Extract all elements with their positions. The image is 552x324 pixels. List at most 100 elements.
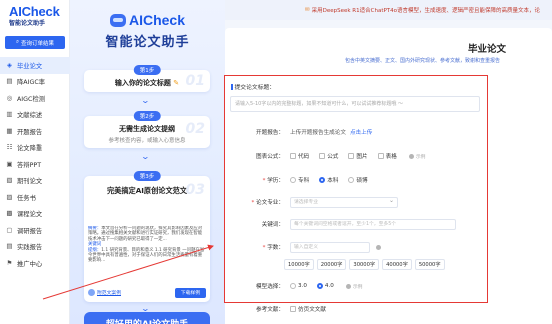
promo-brand: AICheck [70,12,225,28]
highlight-box: 提交论文标题： 请输入5-10字以内的完整标题，如果不知道可什么，可以试试推荐标… [224,75,488,303]
sidebar: AICheck 智能论文助手 ⌕ 查询订单结果 ◈ 毕业论文 ▤ 降AIGC率 ◎ AIG… [0,0,70,324]
keywords-label: 关键词： [261,222,284,228]
radio-button[interactable] [319,177,326,183]
sidebar-item[interactable]: ▣ 答辩PPT [0,156,70,173]
word-count-chip[interactable]: 50000字 [414,258,445,270]
step-2-badge: 第2步 [133,111,161,121]
announcement-bar: ✉ 采用DeepSeek R1适合ChatPT4o语言模型，生成速度、逻辑严密且能… [225,0,552,20]
proposal-icon: ▦ [6,126,13,135]
promo-icon: ⚑ [6,258,13,267]
keywords-row: 关键词： 每个关键词间空格或者逗开，至少1个，至多5个 [225,218,489,230]
logo[interactable]: AICheck 智能论文助手 [0,0,69,28]
detect-icon: ◎ [6,93,13,102]
sample-link[interactable]: 附范文案例 [88,289,121,296]
word-count-chip[interactable]: 10000字 [284,258,314,270]
topic-label: 提交论文标题： [231,82,276,91]
sidebar-item-label: 开题报告 [17,128,43,136]
step-1-badge: 第1步 [133,65,161,75]
literature-icon: ▥ [6,110,13,119]
major-row: * 论文专业： 请选择专业 [225,196,489,208]
proposal-text: 上传开题报告生成论文 [290,130,346,136]
word-count-chip[interactable]: 30000字 [349,258,380,270]
model-row: 模型选择： 3.0 4.0 示例 [225,280,489,292]
chart-option[interactable]: 公式 [319,152,338,160]
degree-option[interactable]: 硕博 [348,176,368,184]
chart-hint: 示例 [415,154,426,160]
proposal-row: 开题报告： 上传开题报告生成论文 点击上传 [225,126,489,138]
checkbox[interactable] [319,153,326,159]
topic-input[interactable]: 请输入5-10字以内的完整标题，如果不知道可什么，可以试试推荐标题哦 ～ [230,96,480,112]
journal-icon: ▧ [6,176,13,185]
form-title: 毕业论文 [467,44,506,55]
checkbox[interactable] [290,153,296,159]
form-subtitle: 包含中英文摘要、正文、国内外研究现状、参考文献，致谢和查重报告 [345,58,501,64]
radio-button[interactable] [316,283,323,289]
radio-button[interactable] [348,177,355,183]
sidebar-item[interactable]: ▥ 文献综述 [0,107,70,124]
checkbox[interactable] [348,153,355,159]
upload-link[interactable]: 点击上传 [350,128,372,136]
announcement-text: 采用DeepSeek R1适合ChatPT4o语言模型，生成速度、逻辑严密且能保… [311,8,541,14]
sidebar-item-label: 调研报告 [17,227,43,235]
thesis-form: 毕业论文 包含中英文摘要、正文、国内外研究现状、参考文献，致谢和查重报告 提交论… [224,28,552,324]
major-select[interactable]: 请选择专业 [290,196,398,208]
checkbox[interactable] [290,306,296,312]
word-count-chip[interactable]: 20000字 [316,258,347,270]
step-2-number: 02 [185,121,205,137]
help-icon[interactable] [345,283,351,289]
query-order-button[interactable]: ⌕ 查询订单结果 [5,36,65,49]
chevron-down-icon: ⌄ [140,152,151,161]
sidebar-item[interactable]: ▢ 调研报告 [0,222,70,239]
chart-option[interactable]: 代码 [290,152,309,160]
checkbox[interactable] [377,153,384,159]
sidebar-item[interactable]: ▤ 降AIGC率 [0,74,70,91]
sidebar-item[interactable]: ⚑ 推广中心 [0,255,70,272]
download-sample-button[interactable]: 下载样例 [174,287,206,298]
reduce-aigc-icon: ▤ [6,77,13,86]
reference-option[interactable]: 仿页文文献 [290,305,326,313]
sidebar-item[interactable]: ▤ 实践报告 [0,239,70,256]
chevron-down-icon: ⌄ [140,96,151,105]
words-row: * 字数： 输入自定义 [225,241,489,253]
degree-option[interactable]: 本科 [319,176,338,184]
avatar [88,289,95,296]
radio-button[interactable] [290,283,296,289]
sidebar-item-label: 推广中心 [17,260,43,268]
sidebar-item[interactable]: ▩ 课程论文 [0,206,70,223]
reference-row: 参考文献： 仿页文文献 [225,303,489,315]
sidebar-item-label: 实践报告 [17,244,43,252]
chart-row: 图表公式： 代码 公式 图片 表格 示例 [225,150,489,162]
step-3-card: 第3步 03 完美搞定AI原创论文范文 摘要：本文旨在分析一问题的现状，探究其影… [84,171,210,302]
chart-option[interactable]: 图片 [348,152,368,160]
keywords-input[interactable]: 每个关键词间空格或者逗开，至少1个，至多5个 [290,218,456,230]
sidebar-item-label: 论文降重 [17,145,43,153]
sidebar-item-label: 答辩PPT [17,161,42,169]
sidebar-item[interactable]: ▧ 期刊论文 [0,173,70,190]
query-order-label: 查询订单结果 [21,40,55,47]
sidebar-item[interactable]: ☷ 论文降重 [0,140,70,157]
help-icon[interactable] [408,153,414,159]
model-option[interactable]: 3.0 [290,283,307,289]
step-1-card: 第1步 01 输入你的论文标题 ✎ [84,65,210,92]
words-label: * 字数： [262,245,284,251]
chart-option[interactable]: 表格 [377,152,397,160]
step-1-number: 01 [185,73,205,89]
sidebar-item[interactable]: ◎ AIGC检测 [0,90,70,107]
radio-button[interactable] [290,177,296,183]
chart-label: 图表公式： [256,154,284,160]
model-option[interactable]: 4.0 [316,283,334,289]
sidebar-item[interactable]: ◈ 毕业论文 [0,57,70,74]
dedup-icon: ☷ [6,143,13,152]
sidebar-item-label: 文献综述 [17,112,43,120]
help-icon[interactable] [376,244,381,250]
graduation-icon: ◈ [7,60,12,69]
sidebar-item-label: 降AIGC率 [17,79,46,87]
pencil-icon: ✎ [173,79,180,87]
word-count-chip[interactable]: 40000字 [382,258,412,270]
sidebar-item[interactable]: ▨ 任务书 [0,189,70,206]
promo-panel: AICheck 智能论文助手 第1步 01 输入你的论文标题 ✎ ⌄ 第2步 0… [70,0,225,324]
course-icon: ▩ [6,209,13,218]
degree-option[interactable]: 专科 [290,176,309,184]
sidebar-item[interactable]: ▦ 开题报告 [0,123,70,140]
words-input[interactable]: 输入自定义 [290,241,370,253]
